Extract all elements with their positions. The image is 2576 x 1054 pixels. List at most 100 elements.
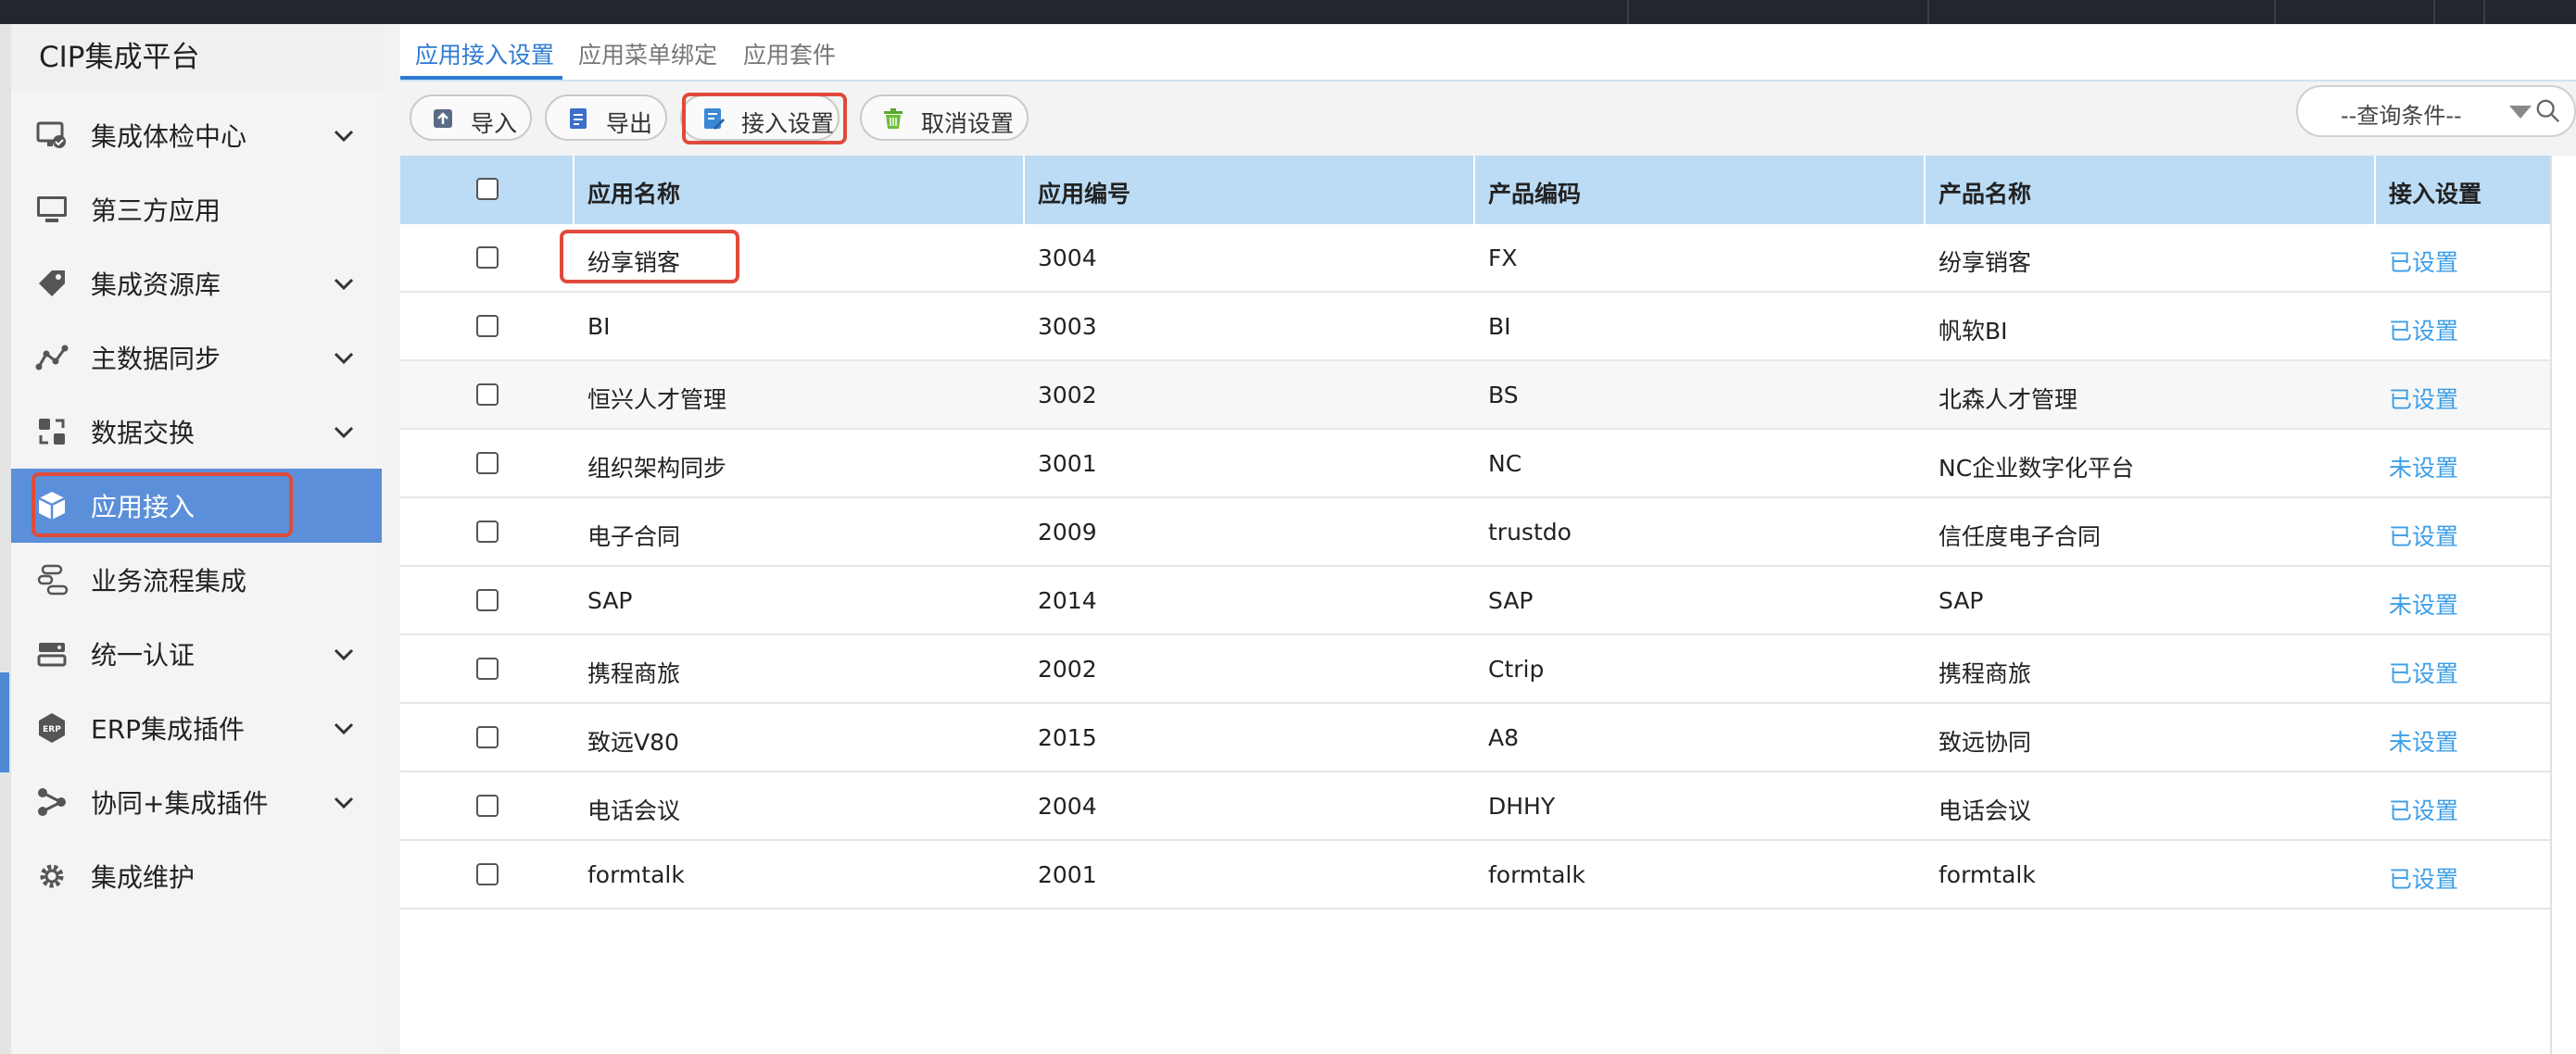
table-row[interactable]: SAP 2014 SAP SAP 未设置 <box>400 567 2550 635</box>
cell-app-name: 致远V80 <box>587 729 679 756</box>
cell-product-name: 纷享销客 <box>1938 249 2032 276</box>
cell-access-status-link[interactable]: 已设置 <box>2389 519 2458 552</box>
cell-product-code: DHHY <box>1488 793 1556 820</box>
table-row[interactable]: BI 3003 BI 帆软BI 已设置 <box>400 293 2550 361</box>
row-checkbox[interactable] <box>476 383 499 406</box>
top-bar <box>0 0 2576 24</box>
cell-product-code: Ctrip <box>1488 656 1545 683</box>
row-checkbox[interactable] <box>476 795 499 817</box>
row-checkbox[interactable] <box>476 726 499 748</box>
cell-app-code: 3004 <box>1038 245 1097 271</box>
query-condition-select[interactable]: --查询条件-- <box>2296 85 2576 137</box>
left-edge-marker <box>0 672 9 772</box>
cell-access-status-link[interactable]: 已设置 <box>2389 382 2458 415</box>
cell-product-code: BI <box>1488 313 1511 340</box>
cell-product-name: 携程商旅 <box>1938 660 2032 687</box>
sidebar-item-label: 集成资源库 <box>91 270 221 300</box>
import-button[interactable]: 导入 <box>410 94 532 141</box>
cell-product-name: SAP <box>1938 587 1984 614</box>
sidebar-item-third-party[interactable]: 第三方应用 <box>11 172 382 246</box>
highlight-box <box>560 230 739 283</box>
cancel-settings-button[interactable]: 取消设置 <box>860 94 1029 141</box>
cell-access-status-link[interactable]: 已设置 <box>2389 656 2458 689</box>
cell-product-name: 电话会议 <box>1938 797 2032 824</box>
export-button[interactable]: 导出 <box>545 94 667 141</box>
tab-bar: 应用接入设置 应用菜单绑定 应用套件 <box>400 24 2576 82</box>
sidebar-item-label: 数据交换 <box>91 418 196 448</box>
sidebar-item-label: ERP集成插件 <box>91 714 246 745</box>
row-checkbox[interactable] <box>476 246 499 269</box>
cell-app-name: 电话会议 <box>587 797 681 824</box>
sidebar-item-business-flow[interactable]: 业务流程集成 <box>11 543 382 617</box>
exchange-icon <box>39 419 65 445</box>
cell-access-status-link[interactable]: 已设置 <box>2389 793 2458 826</box>
cell-app-code: 3001 <box>1038 450 1097 477</box>
header-product-name: 产品名称 <box>1938 181 2032 207</box>
sidebar-item-erp-plugin[interactable]: ERP ERP集成插件 <box>11 691 382 765</box>
sidebar-item-label: 业务流程集成 <box>91 566 247 596</box>
column-divider <box>1924 156 1926 224</box>
cell-access-status-link[interactable]: 已设置 <box>2389 313 2458 346</box>
header-product-code: 产品编码 <box>1488 181 1582 207</box>
tab-app-access-settings[interactable]: 应用接入设置 <box>415 37 554 70</box>
server-icon <box>37 643 67 667</box>
sidebar-item-collab-plugin[interactable]: 协同+集成插件 <box>11 765 382 839</box>
row-checkbox[interactable] <box>476 315 499 337</box>
cell-product-code: A8 <box>1488 724 1520 751</box>
cell-app-name: 组织架构同步 <box>587 455 727 482</box>
sidebar-item-label: 第三方应用 <box>91 195 221 226</box>
import-label: 导入 <box>471 110 518 137</box>
sidebar-item-maintenance[interactable]: 集成维护 <box>11 839 382 913</box>
cell-app-name: 恒兴人才管理 <box>587 386 727 413</box>
table-row[interactable]: 携程商旅 2002 Ctrip 携程商旅 已设置 <box>400 635 2550 704</box>
cell-app-name: BI <box>587 313 611 340</box>
cell-access-status-link[interactable]: 未设置 <box>2389 450 2458 483</box>
sidebar-item-data-exchange[interactable]: 数据交换 <box>11 395 382 469</box>
sidebar-item-resource-library[interactable]: 集成资源库 <box>11 246 382 320</box>
share-icon <box>38 788 66 816</box>
cell-product-code: FX <box>1488 245 1518 271</box>
column-divider <box>1023 156 1025 224</box>
cell-access-status-link[interactable]: 已设置 <box>2389 861 2458 895</box>
cell-access-status-link[interactable]: 已设置 <box>2389 245 2458 278</box>
cell-app-name: SAP <box>587 587 633 614</box>
cell-product-name: 致远协同 <box>1938 729 2032 756</box>
row-checkbox[interactable] <box>476 658 499 680</box>
highlight-box <box>32 472 293 537</box>
sidebar-item-unified-auth[interactable]: 统一认证 <box>11 617 382 691</box>
main-panel: 应用接入设置 应用菜单绑定 应用套件 导入 导出 接入设置 取消设置 --查询条… <box>400 24 2576 1054</box>
sidebar-item-master-data-sync[interactable]: 主数据同步 <box>11 320 382 395</box>
top-bar-divider <box>2483 0 2485 24</box>
cell-access-status-link[interactable]: 未设置 <box>2389 587 2458 621</box>
table-row[interactable]: 电话会议 2004 DHHY 电话会议 已设置 <box>400 772 2550 841</box>
row-checkbox[interactable] <box>476 452 499 474</box>
table-row[interactable]: 组织架构同步 3001 NC NC企业数字化平台 未设置 <box>400 430 2550 498</box>
table-row[interactable]: 致远V80 2015 A8 致远协同 未设置 <box>400 704 2550 772</box>
cell-app-code: 2001 <box>1038 861 1097 888</box>
table-row[interactable]: 纷享销客 3004 FX 纷享销客 已设置 <box>400 224 2550 293</box>
line-chart-icon <box>35 345 69 370</box>
cell-app-code: 2004 <box>1038 793 1097 820</box>
cell-app-code: 3003 <box>1038 313 1097 340</box>
cancel-settings-label: 取消设置 <box>921 110 1015 137</box>
table-row[interactable]: 恒兴人才管理 3002 BS 北森人才管理 已设置 <box>400 361 2550 430</box>
select-all-checkbox[interactable] <box>476 178 499 200</box>
cell-product-name: 信任度电子合同 <box>1938 523 2102 550</box>
tab-app-menu-binding[interactable]: 应用菜单绑定 <box>578 37 717 70</box>
table-right-edge <box>2550 156 2576 1054</box>
sidebar-item-health-check[interactable]: 集成体检中心 <box>11 98 382 172</box>
top-bar-divider <box>1627 0 1629 24</box>
cell-product-name: 北森人才管理 <box>1938 386 2078 413</box>
row-checkbox[interactable] <box>476 863 499 885</box>
search-icon[interactable] <box>2535 98 2561 124</box>
row-checkbox[interactable] <box>476 521 499 543</box>
table-header: 应用名称 应用编号 产品编码 产品名称 接入设置 <box>400 156 2550 224</box>
header-access-setting: 接入设置 <box>2389 181 2482 207</box>
cell-app-code: 2014 <box>1038 587 1097 614</box>
tab-app-suite[interactable]: 应用套件 <box>743 37 836 70</box>
table-row[interactable]: formtalk 2001 formtalk formtalk 已设置 <box>400 841 2550 910</box>
cell-access-status-link[interactable]: 未设置 <box>2389 724 2458 758</box>
table-row[interactable]: 电子合同 2009 trustdo 信任度电子合同 已设置 <box>400 498 2550 567</box>
top-bar-divider <box>1927 0 1929 24</box>
row-checkbox[interactable] <box>476 589 499 611</box>
